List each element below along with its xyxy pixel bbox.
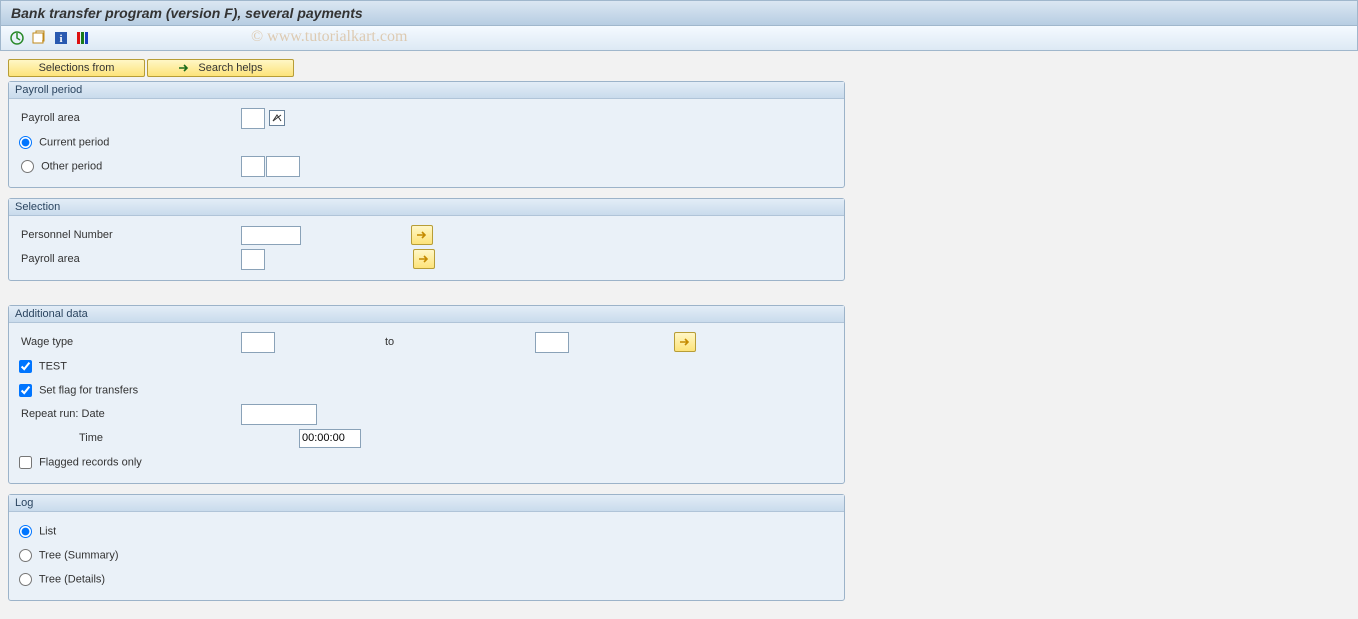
set-flag-label: Set flag for transfers: [39, 384, 138, 396]
repeat-date-label: Repeat run: Date: [19, 408, 241, 420]
set-flag-checkbox-row[interactable]: Set flag for transfers: [19, 384, 138, 397]
log-tree-details-label: Tree (Details): [39, 573, 105, 585]
arrow-right-icon: [178, 62, 190, 74]
page-title: Bank transfer program (version F), sever…: [11, 5, 363, 21]
time-label: Time: [19, 432, 299, 444]
test-label: TEST: [39, 360, 67, 372]
group-additional-data: Additional data Wage type to TEST: [8, 305, 845, 484]
log-tree-summary-radio[interactable]: [19, 549, 32, 562]
watermark: © www.tutorialkart.com: [251, 28, 407, 46]
other-period-input-2[interactable]: [266, 156, 300, 177]
payroll-area-label: Payroll area: [19, 112, 241, 124]
content-area: Selections from Search helps Payroll per…: [0, 51, 1358, 619]
repeat-date-input[interactable]: [241, 404, 317, 425]
other-period-input-1[interactable]: [241, 156, 265, 177]
test-checkbox-row[interactable]: TEST: [19, 360, 67, 373]
group-log: Log List Tree (Summary) Tree (Details): [8, 494, 845, 601]
set-flag-checkbox[interactable]: [19, 384, 32, 397]
time-input[interactable]: [299, 429, 361, 448]
svg-text:i: i: [59, 33, 62, 45]
log-tree-details-radio-row[interactable]: Tree (Details): [19, 573, 105, 586]
selection-payroll-area-multiselect-button[interactable]: [413, 249, 435, 269]
current-period-radio-row[interactable]: Current period: [19, 136, 109, 149]
selections-from-button[interactable]: Selections from: [8, 59, 145, 77]
log-list-radio[interactable]: [19, 525, 32, 538]
selection-payroll-area-label: Payroll area: [19, 253, 241, 265]
log-tree-summary-label: Tree (Summary): [39, 549, 119, 561]
info-icon[interactable]: i: [53, 30, 69, 46]
wage-type-to-label: to: [275, 336, 535, 348]
toolbar: i © www.tutorialkart.com: [0, 26, 1358, 51]
payroll-area-input[interactable]: [241, 108, 265, 129]
get-variant-icon[interactable]: [31, 30, 47, 46]
stripes-icon[interactable]: [75, 30, 91, 46]
payroll-area-search-help-icon[interactable]: [269, 110, 285, 126]
log-list-label: List: [39, 525, 56, 537]
current-period-label: Current period: [39, 136, 109, 148]
flagged-only-checkbox-row[interactable]: Flagged records only: [19, 456, 142, 469]
selection-payroll-area-input[interactable]: [241, 249, 265, 270]
other-period-radio-row[interactable]: Other period: [19, 160, 241, 173]
group-selection: Selection Personnel Number Payroll area: [8, 198, 845, 281]
execute-icon[interactable]: [9, 30, 25, 46]
group-title-payroll-period: Payroll period: [9, 82, 844, 99]
flagged-only-checkbox[interactable]: [19, 456, 32, 469]
log-tree-details-radio[interactable]: [19, 573, 32, 586]
log-tree-summary-radio-row[interactable]: Tree (Summary): [19, 549, 119, 562]
selections-from-label: Selections from: [39, 62, 115, 74]
personnel-number-label: Personnel Number: [19, 229, 241, 241]
search-helps-button[interactable]: Search helps: [147, 59, 294, 77]
wage-type-from-input[interactable]: [241, 332, 275, 353]
search-helps-label: Search helps: [198, 62, 262, 74]
test-checkbox[interactable]: [19, 360, 32, 373]
other-period-radio[interactable]: [21, 160, 34, 173]
app-header: Bank transfer program (version F), sever…: [0, 0, 1358, 26]
current-period-radio[interactable]: [19, 136, 32, 149]
group-payroll-period: Payroll period Payroll area Current peri…: [8, 81, 845, 188]
personnel-number-input[interactable]: [241, 226, 301, 245]
flagged-only-label: Flagged records only: [39, 456, 142, 468]
group-title-additional-data: Additional data: [9, 306, 844, 323]
group-title-log: Log: [9, 495, 844, 512]
group-title-selection: Selection: [9, 199, 844, 216]
personnel-number-multiselect-button[interactable]: [411, 225, 433, 245]
other-period-label: Other period: [41, 160, 102, 172]
log-list-radio-row[interactable]: List: [19, 525, 56, 538]
wage-type-to-input[interactable]: [535, 332, 569, 353]
action-buttons-row: Selections from Search helps: [8, 59, 1350, 77]
wage-type-multiselect-button[interactable]: [674, 332, 696, 352]
wage-type-label: Wage type: [19, 336, 241, 348]
